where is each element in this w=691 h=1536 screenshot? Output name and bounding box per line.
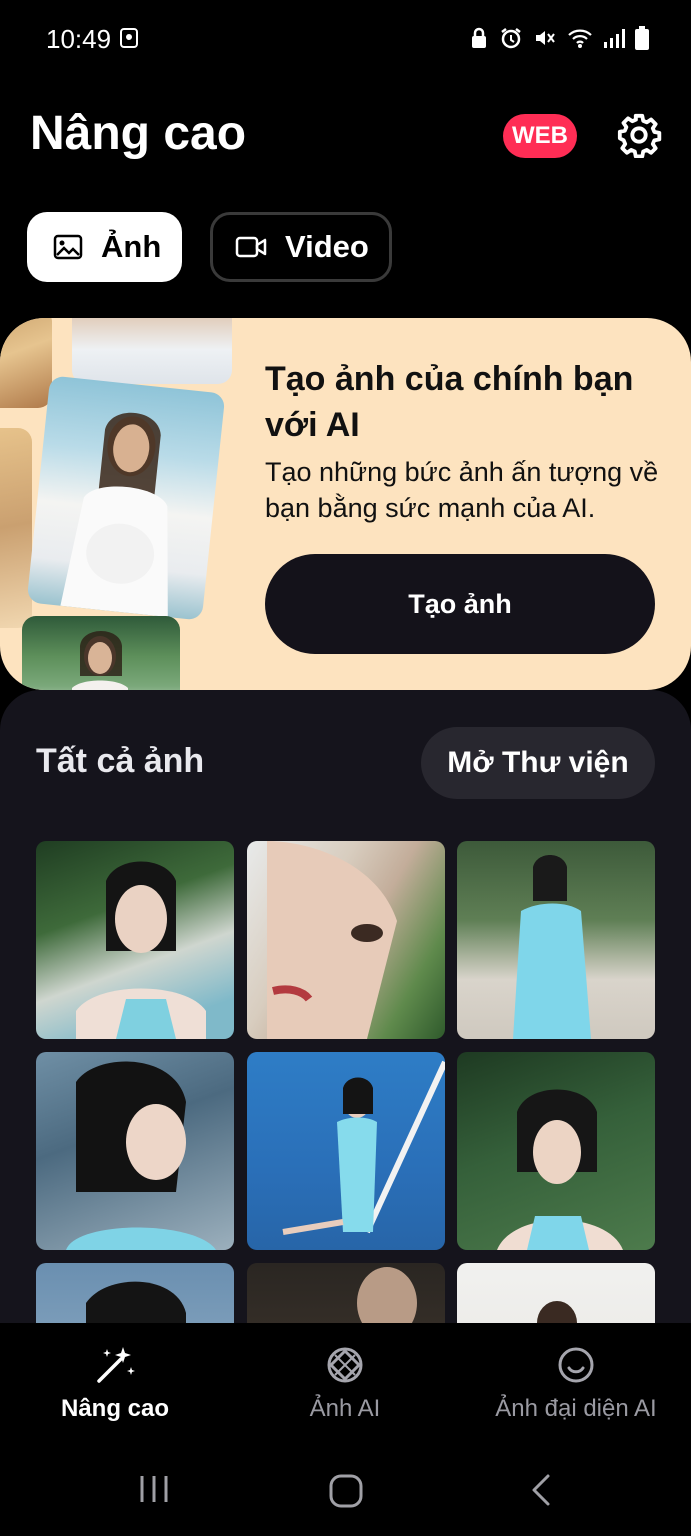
back-button[interactable] — [526, 1473, 556, 1512]
alarm-icon — [499, 26, 523, 55]
home-icon — [329, 1474, 363, 1508]
promo-photo-2 — [72, 318, 232, 384]
smiley-face-icon — [556, 1345, 596, 1385]
tab-video[interactable]: Video — [210, 212, 392, 282]
nav-label-ai-avatar: Ảnh đại diện AI — [495, 1395, 657, 1422]
promo-photo-pregnant-woman — [26, 375, 226, 621]
gear-icon — [617, 113, 662, 159]
nav-label-advanced: Nâng cao — [60, 1395, 170, 1422]
web-button[interactable]: WEB — [503, 114, 577, 158]
photo-thumbnail[interactable] — [36, 1052, 234, 1250]
recent-apps-icon — [140, 1476, 168, 1502]
lock-icon — [469, 27, 489, 54]
status-time: 10:49 — [46, 24, 112, 54]
video-icon — [235, 235, 267, 259]
photo-thumbnail[interactable] — [457, 1263, 655, 1330]
photo-thumbnail[interactable] — [247, 1052, 445, 1250]
promo-photo-1 — [0, 318, 52, 408]
photo-thumbnail[interactable] — [247, 1263, 445, 1330]
mute-icon — [533, 26, 557, 55]
photo-thumbnail[interactable] — [457, 1052, 655, 1250]
status-icons — [469, 26, 649, 55]
signal-icon — [603, 27, 625, 54]
nav-label-ai-photo: Ảnh AI — [309, 1395, 381, 1422]
nav-item-ai-photo[interactable]: Ảnh AI — [270, 1323, 420, 1443]
nav-item-advanced[interactable]: Nâng cao — [30, 1323, 200, 1443]
gallery-section: Tất cả ảnh Mở Thư viện — [0, 690, 691, 1330]
photo-thumbnail[interactable] — [36, 841, 234, 1039]
tab-photo-label: Ảnh — [101, 229, 162, 264]
nav-item-ai-avatar[interactable]: Ảnh đại diện AI — [476, 1323, 676, 1443]
status-bar: 10:49 — [0, 0, 691, 80]
battery-icon — [635, 26, 649, 55]
open-library-button[interactable]: Mở Thư viện — [421, 727, 655, 799]
gallery-title: Tất cả ảnh — [36, 742, 205, 780]
image-icon — [53, 234, 83, 260]
tab-photo[interactable]: Ảnh — [27, 212, 182, 282]
promo-photo-3 — [0, 428, 32, 628]
promo-card: Tạo ảnh của chính bạn với AI Tạo những b… — [0, 318, 691, 690]
settings-button[interactable] — [616, 112, 662, 159]
tab-video-label: Video — [285, 229, 369, 264]
magic-wand-icon — [93, 1345, 137, 1385]
promo-title: Tạo ảnh của chính bạn với AI — [265, 360, 634, 444]
photo-thumbnail[interactable] — [247, 841, 445, 1039]
aperture-icon — [325, 1345, 365, 1385]
system-navigation-bar — [0, 1443, 691, 1536]
promo-description: Tạo những bức ảnh ấn tượng về bạn bằng s… — [265, 457, 659, 523]
recent-apps-button[interactable] — [138, 1473, 170, 1510]
wifi-icon — [567, 27, 593, 54]
photo-thumbnail[interactable] — [457, 841, 655, 1039]
photo-thumbnail[interactable] — [36, 1263, 234, 1330]
back-icon — [532, 1474, 550, 1506]
bottom-navigation: Nâng cao Ảnh AI Ảnh đại diện AI — [0, 1323, 691, 1443]
home-button[interactable] — [328, 1473, 364, 1514]
create-photo-button[interactable]: Tạo ảnh — [265, 554, 655, 654]
promo-photo-garden — [22, 616, 180, 690]
page-title: Nâng cao — [30, 107, 247, 160]
screen-record-icon — [120, 28, 138, 48]
